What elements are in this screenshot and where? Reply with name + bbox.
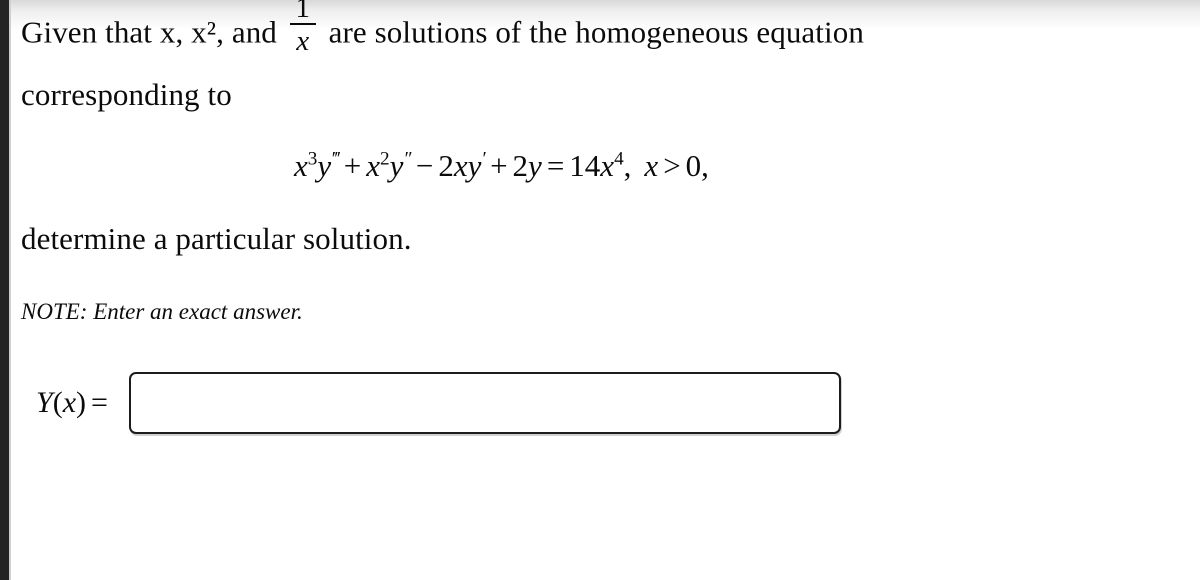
eq-term3-coefficient: 2 [438,148,454,183]
answer-label-equals: = [91,386,108,419]
eq-rhs-comma: , [623,148,632,183]
eq-operator-1: + [343,148,362,183]
eq-term4-function: y [528,148,542,183]
eq-term3-base: x [453,148,468,183]
eq-equals-sign: = [546,148,565,183]
answer-input[interactable] [128,372,841,434]
fraction-numerator: 1 [295,0,311,24]
display-equation: x3y‴ + x2y″ −2xy′ +2y = 14x4, x >0, [294,148,709,184]
eq-rhs-exponent: 4 [614,148,624,170]
problem-text-before-fraction: Given that x, x², and [21,14,277,50]
answer-label-variable: x [62,386,77,419]
eq-term1-primes: ‴ [331,148,339,170]
eq-rhs-base: x [600,148,615,183]
eq-rhs-coefficient: 14 [569,148,601,183]
eq-term2-function: y [389,148,404,183]
answer-label: Y(x) = [36,386,129,420]
answer-label-open-paren: ( [52,386,63,419]
eq-domain-operator: > [663,148,681,183]
problem-statement-line-1: Given that x, x², and 1 x are solutions … [21,0,864,68]
answer-label-function: Y [36,386,53,419]
eq-trailing-comma: , [701,148,709,183]
eq-term3-function: y [467,148,482,183]
fraction-denominator: x [296,24,310,57]
eq-term2-base: x [366,148,380,183]
eq-term1-exponent: 3 [307,148,318,170]
note-text: NOTE: Enter an exact answer. [21,299,303,324]
problem-page: Given that x, x², and 1 x are solutions … [11,0,1200,580]
eq-term1-function: y [317,148,332,183]
problem-statement-line-3: determine a particular solution. [21,221,412,256]
eq-term2-exponent: 2 [379,148,390,170]
inline-fraction-one-over-x: 1 x [289,0,316,57]
eq-term1-base: x [294,148,308,183]
answer-row: Y(x) = [36,372,841,434]
answer-label-close-paren: ) [76,386,87,419]
eq-operator-2: − [415,148,434,183]
problem-statement-line-2: corresponding to [21,77,232,112]
eq-term2-primes: ″ [403,148,411,170]
left-window-edge-highlight [9,0,11,580]
problem-text-after-fraction: are solutions of the homogeneous equatio… [328,14,864,50]
eq-operator-3: + [490,148,508,183]
eq-term4-coefficient: 2 [512,148,529,183]
eq-domain-value: 0 [685,148,702,183]
left-window-edge-strip [0,0,9,580]
eq-domain-variable: x [644,148,659,183]
